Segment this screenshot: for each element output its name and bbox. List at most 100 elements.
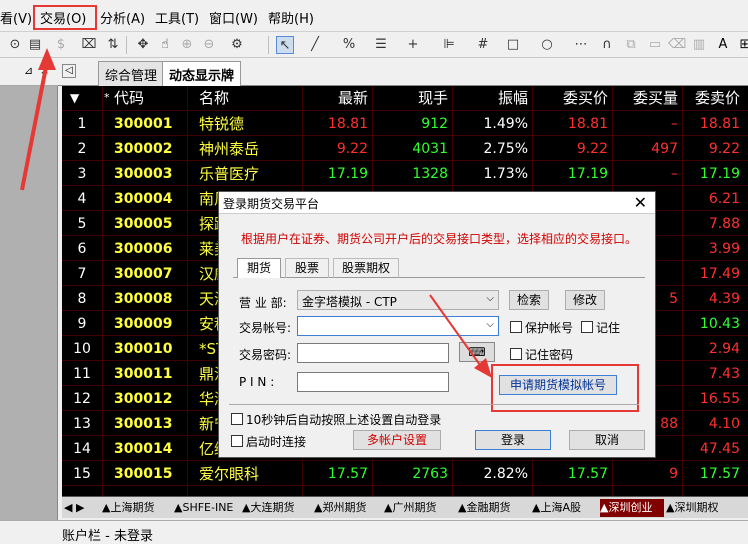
text-icon[interactable]: ⊞ [736, 36, 748, 54]
column-header[interactable]: 振幅 [452, 86, 528, 110]
column-header[interactable]: 委买量 [612, 86, 678, 110]
percent-icon[interactable]: % [340, 36, 358, 54]
row-index: 15 [73, 466, 91, 482]
market-tab[interactable]: ▲金融期货 [458, 499, 530, 517]
column-header[interactable]: 最新 [302, 86, 368, 110]
align-icon[interactable]: ⊫ [440, 36, 458, 54]
remember-account-checkbox[interactable] [581, 321, 593, 333]
branch-label: 营 业 部: [239, 296, 287, 310]
delete-icon[interactable]: ⌫ [668, 36, 686, 54]
tab-stock-options[interactable]: 股票期权 [333, 258, 399, 278]
startup-connect-checkbox[interactable] [231, 435, 243, 447]
zoom-in-icon[interactable]: ⊕ [178, 36, 196, 54]
modify-button[interactable]: 修改 [565, 290, 605, 310]
tab-dynamic-board[interactable]: 动态显示牌 [162, 61, 242, 86]
filter-icon[interactable]: ⌧ [80, 36, 98, 54]
play-icon[interactable]: ⊙ [6, 36, 24, 54]
remember-password-label: 记住密码 [525, 348, 574, 362]
row-index: 12 [73, 391, 91, 407]
pin-field[interactable] [297, 372, 449, 392]
market-tabs: ◀ ▶ ▲上海期货 ▲SHFE-INE ▲大连期货 ▲郑州期货 ▲广州期货 ▲金融期货 ▲上海… [62, 496, 748, 518]
line-icon[interactable]: ╱ [306, 36, 324, 54]
pin-icon[interactable]: ⊿ [24, 64, 33, 77]
table-row[interactable]: 2 300002 神州泰岳 9.22 4031 2.75% 9.22 497 9.22 [62, 137, 748, 162]
market-tab[interactable]: ▲广州期货 [384, 499, 456, 517]
tab-scroll-left-icon[interactable]: ◁ [62, 64, 76, 78]
keypad-icon[interactable]: ⌨ [459, 342, 495, 362]
menu-view[interactable]: 看(V) [0, 8, 32, 27]
row-index: 9 [77, 316, 87, 332]
ask-price: 9.22 [708, 141, 740, 157]
dialog-titlebar: 登录期货交易平台 ✕ [219, 192, 655, 214]
tab-stocks[interactable]: 股票 [285, 258, 329, 278]
row-index: 14 [73, 441, 91, 457]
tab-futures[interactable]: 期货 [237, 258, 281, 278]
row-index: 7 [77, 266, 87, 282]
tab-scroll-icon[interactable]: ◀ ▶ [64, 499, 94, 517]
search-button[interactable]: 检索 [509, 290, 549, 310]
branch-value: 金字塔模拟 - CTP [302, 295, 397, 309]
zoom-out-icon[interactable]: ⊖ [200, 36, 218, 54]
menu-window[interactable]: 窗口(W) [209, 8, 258, 27]
sort-icon[interactable]: ⇅ [104, 36, 122, 54]
market-tab[interactable]: ▲上海A股 [532, 499, 598, 517]
ask-price: 7.88 [708, 216, 740, 232]
menu-analysis[interactable]: 分析(A) [100, 8, 145, 27]
fill-icon[interactable]: ▥ [690, 36, 708, 54]
menu-help[interactable]: 帮助(H) [268, 8, 314, 27]
ruler-icon[interactable]: ☰ [372, 36, 390, 54]
more-icon[interactable]: ⋯ [572, 36, 590, 54]
cursor-icon[interactable]: ↖ [276, 36, 294, 54]
row-index: 3 [77, 166, 87, 182]
login-button[interactable]: 登录 [475, 430, 551, 450]
market-tab[interactable]: ▲SHFE-INE [174, 499, 240, 517]
ask-price: 17.49 [699, 266, 740, 282]
plus-icon[interactable]: + [404, 36, 422, 54]
table-row[interactable]: 15 300015 爱尔眼科 17.57 2763 2.82% 17.57 9 17.57 [62, 462, 748, 487]
menu-tools[interactable]: 工具(T) [155, 8, 199, 27]
close-icon[interactable]: ✕ [634, 193, 647, 212]
paste-icon[interactable]: ▭ [646, 36, 664, 54]
protect-account-checkbox[interactable] [510, 321, 522, 333]
amplitude: 2.82% [483, 466, 528, 482]
sort-triangle-icon[interactable]: ▼ [70, 86, 79, 110]
circle-icon[interactable]: ○ [538, 36, 556, 54]
branch-select[interactable]: 金字塔模拟 - CTP ⌵ [297, 290, 499, 310]
stock-code: 300012 [114, 391, 173, 407]
column-header[interactable]: 现手 [372, 86, 448, 110]
table-row[interactable]: 1 300001 特锐德 18.81 912 1.49% 18.81 – 18.81 [62, 112, 748, 137]
document-icon[interactable]: ▤ [26, 36, 44, 54]
rectangle-icon[interactable]: □ [504, 36, 522, 54]
column-header[interactable]: 委买价 [532, 86, 608, 110]
password-field[interactable] [297, 343, 449, 363]
market-tab[interactable]: ▲深圳期权 [666, 499, 736, 517]
column-header[interactable]: 代码 [114, 86, 144, 110]
column-header[interactable]: 名称 [199, 86, 229, 110]
close-icon[interactable]: × [40, 64, 49, 77]
market-tab[interactable]: ▲深圳创业 [600, 499, 664, 517]
bid-price: 18.81 [567, 116, 608, 132]
cancel-button[interactable]: 取消 [569, 430, 645, 450]
bid-volume: 9 [669, 466, 678, 482]
market-tab[interactable]: ▲大连期货 [242, 499, 312, 517]
market-tab[interactable]: ▲郑州期货 [314, 499, 382, 517]
ask-price: 16.55 [699, 391, 740, 407]
account-field[interactable]: ⌵ [297, 316, 499, 336]
toolbar: ⊙ ▤ $ ⌧ ⇅ ✥ ☝ ⊕ ⊖ ⚙ ↖ ╱ % ☰ + ⊫ # □ ○ ⋯ … [0, 32, 748, 58]
settings-icon[interactable]: ⚙ [228, 36, 246, 54]
amplitude: 1.73% [483, 166, 528, 182]
market-tab[interactable]: ▲上海期货 [102, 499, 170, 517]
grid-icon[interactable]: # [474, 36, 492, 54]
table-row[interactable]: 3 300003 乐普医疗 17.19 1328 1.73% 17.19 – 17.19 [62, 162, 748, 187]
hand-icon[interactable]: ☝ [156, 36, 174, 54]
font-color-icon[interactable]: A [714, 36, 732, 54]
multi-account-button[interactable]: 多帐户设置 [353, 430, 441, 450]
magnet-icon[interactable]: ∩ [598, 36, 616, 54]
remember-password-checkbox[interactable] [510, 348, 522, 360]
dollar-icon[interactable]: $ [52, 36, 70, 54]
tab-overview[interactable]: 综合管理 [98, 61, 165, 86]
column-header[interactable]: 委卖价 [682, 86, 740, 110]
move-icon[interactable]: ✥ [134, 36, 152, 54]
copy-icon[interactable]: ⧉ [622, 36, 640, 54]
auto-login-checkbox[interactable] [231, 413, 243, 425]
